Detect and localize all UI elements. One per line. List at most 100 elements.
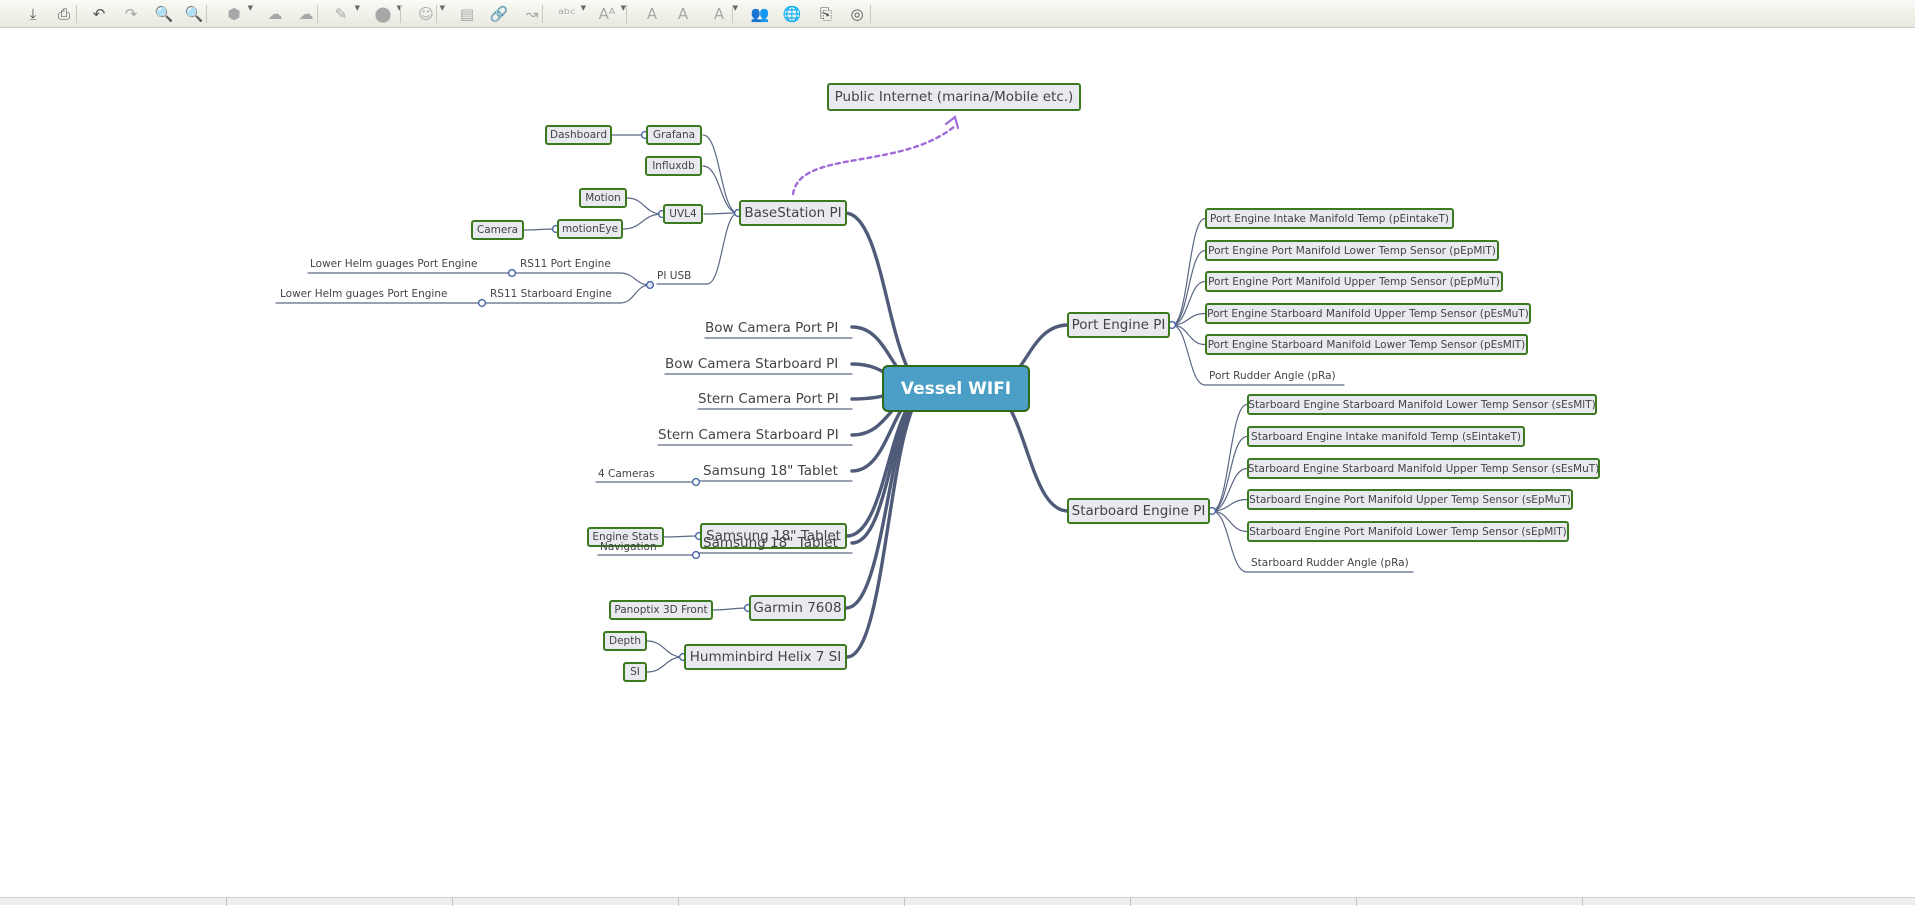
topic-stbd-sensor-2[interactable]: Starboard Engine Intake manifold Temp (s…	[1247, 426, 1525, 447]
publish-icon[interactable]: 🌐	[780, 2, 804, 26]
mindmap-canvas[interactable]: Vessel WIFI Public Internet (marina/Mobi…	[0, 29, 1915, 897]
font-size-icon[interactable]: Aᴬ ▼	[595, 2, 626, 26]
topic-stern-camera-starboard[interactable]: Stern Camera Starboard PI	[658, 425, 855, 445]
topic-navigation[interactable]: Navigation	[600, 538, 680, 556]
topic-influxdb[interactable]: Influxdb	[645, 156, 702, 176]
link-stbd-sensor-1	[1211, 403, 1248, 512]
chevron-down-icon[interactable]: ▼	[355, 5, 360, 12]
link-rs11-starboard	[619, 284, 651, 304]
topic-shape-icon[interactable]: ⬢ ▼	[222, 2, 253, 26]
link-stbd-sensor-5	[1211, 510, 1248, 533]
zoom-in-icon[interactable]: 🔍	[182, 2, 206, 26]
connector-tablet-1[interactable]	[691, 477, 701, 487]
link-rs11-port	[619, 272, 651, 286]
italic-icon[interactable]: A	[671, 2, 695, 26]
topic-port-sensor-2[interactable]: Port Engine Port Manifold Lower Temp Sen…	[1205, 240, 1499, 261]
link-uvl4	[703, 212, 739, 215]
topic-stbd-rudder[interactable]: Starboard Rudder Angle (pRa)	[1251, 554, 1416, 572]
connector-rs11-starboard[interactable]	[477, 298, 487, 308]
delete-topic-icon[interactable]: ☁	[294, 2, 318, 26]
topic-bow-camera-starboard[interactable]: Bow Camera Starboard PI	[665, 354, 855, 374]
topic-si[interactable]: SI	[623, 662, 647, 682]
link-port-sensor-1	[1171, 217, 1206, 326]
topic-rs11-starboard-engine[interactable]: RS11 Starboard Engine	[490, 285, 620, 303]
mindmap-connections	[275, 115, 1414, 673]
print-icon[interactable]: ⎙	[52, 2, 76, 26]
redo-icon[interactable]: ↷	[119, 2, 143, 26]
export-icon[interactable]: ⎘	[814, 2, 838, 26]
topic-pi-usb[interactable]: PI USB	[657, 267, 707, 285]
topic-stbd-sensor-4[interactable]: Starboard Engine Port Manifold Upper Tem…	[1247, 489, 1573, 510]
link-icon[interactable]: 🔗	[487, 2, 511, 26]
save-icon[interactable]: ⤓	[21, 2, 45, 26]
topic-camera[interactable]: Camera	[471, 220, 524, 240]
toolbar-separator	[400, 5, 401, 23]
font-color-icon[interactable]: A ▼	[707, 2, 738, 26]
trunk-link-8	[844, 387, 932, 610]
link-engine-stats	[663, 535, 700, 538]
topic-port-sensor-1[interactable]: Port Engine Intake Manifold Temp (pEinta…	[1205, 208, 1454, 229]
topic-dashboard[interactable]: Dashboard	[545, 125, 612, 145]
topic-port-engine-pi[interactable]: Port Engine PI	[1067, 312, 1170, 338]
undo-icon[interactable]: ↶	[87, 2, 111, 26]
topic-stbd-sensor-1[interactable]: Starboard Engine Starboard Manifold Lowe…	[1247, 394, 1597, 415]
topic-motion[interactable]: Motion	[579, 188, 627, 208]
history-icon[interactable]: ◎	[845, 2, 869, 26]
connector-pi-usb[interactable]	[645, 280, 655, 290]
topic-humminbird[interactable]: Humminbird Helix 7 SI	[684, 644, 847, 670]
bold-icon[interactable]: A	[640, 2, 664, 26]
topic-basestation-pi[interactable]: BaseStation PI	[739, 200, 847, 226]
toolbar-separator	[76, 5, 77, 23]
topic-stbd-sensor-3[interactable]: Starboard Engine Starboard Manifold Uppe…	[1247, 458, 1600, 479]
chevron-down-icon[interactable]: ▼	[248, 5, 253, 12]
topic-garmin-7608[interactable]: Garmin 7608	[749, 595, 846, 621]
link-stbd-rudder	[1211, 510, 1248, 573]
toolbar-separator	[436, 5, 437, 23]
border-color-icon[interactable]: ✎ ▼	[329, 2, 360, 26]
topic-port-sensor-3[interactable]: Port Engine Port Manifold Upper Temp Sen…	[1205, 271, 1503, 292]
chevron-down-icon[interactable]: ▼	[733, 5, 738, 12]
topic-rs11-port-engine[interactable]: RS11 Port Engine	[520, 255, 620, 273]
topic-panoptix[interactable]: Panoptix 3D Front	[609, 600, 713, 620]
topic-port-rudder[interactable]: Port Rudder Angle (pRa)	[1209, 367, 1369, 385]
topic-uvl4[interactable]: UVL4	[663, 204, 703, 224]
link-pi-usb	[706, 212, 739, 285]
topic-bow-camera-port[interactable]: Bow Camera Port PI	[705, 318, 855, 338]
icon-picker-icon[interactable]: ☺ ▼	[414, 2, 445, 26]
add-topic-icon[interactable]: ☁	[263, 2, 287, 26]
topic-tablet-3[interactable]: Samsung 18" Tablet	[703, 533, 853, 553]
zoom-out-icon[interactable]: 🔍	[152, 2, 176, 26]
topic-lower-helm-port-1[interactable]: Lower Helm guages Port Engine	[310, 255, 480, 273]
chevron-down-icon[interactable]: ▼	[581, 5, 586, 12]
fill-color-icon[interactable]: ⬤▼	[371, 2, 402, 26]
root-topic[interactable]: Vessel WIFI	[882, 365, 1030, 412]
topic-grafana[interactable]: Grafana	[646, 125, 702, 145]
link-motion	[626, 197, 663, 215]
toolbar-separator	[206, 5, 207, 23]
topic-depth[interactable]: Depth	[603, 631, 647, 651]
topic-public-internet[interactable]: Public Internet (marina/Mobile etc.)	[827, 83, 1081, 111]
chevron-down-icon[interactable]: ▼	[440, 5, 445, 12]
topic-port-sensor-5[interactable]: Port Engine Starboard Manifold Lower Tem…	[1205, 334, 1528, 355]
topic-lower-helm-port-2[interactable]: Lower Helm guages Port Engine	[280, 285, 450, 303]
link-camera	[523, 228, 557, 231]
toolbar-separator	[870, 5, 871, 23]
topic-tablet-1[interactable]: Samsung 18" Tablet	[703, 461, 853, 481]
topic-stern-camera-port[interactable]: Stern Camera Port PI	[698, 389, 855, 409]
toolbar: ⤓ ⎙ ↶ ↷ 🔍🔍 ⬢▼ ☁ ☁ ✎▼ ⬤▼ ☺▼ ▤ 🔗 ↝ ᵃᵇᶜ▼ Aᴬ▼ AA A▼ 👥 🌐 ⎘ ◎	[0, 0, 1915, 28]
topic-port-sensor-4[interactable]: Port Engine Starboard Manifold Upper Tem…	[1205, 303, 1531, 324]
topic-4-cameras[interactable]: 4 Cameras	[598, 465, 678, 483]
connector-rs11-port[interactable]	[507, 268, 517, 278]
font-family-icon[interactable]: ᵃᵇᶜ ▼	[555, 2, 586, 26]
topic-starboard-engine-pi[interactable]: Starboard Engine PI	[1067, 498, 1210, 524]
relationship-icon[interactable]: ↝	[520, 2, 544, 26]
status-bar	[0, 897, 1915, 906]
share-icon[interactable]: 👥	[748, 2, 772, 26]
topic-motioneye[interactable]: motionEye	[557, 219, 623, 239]
connector-tablet-3[interactable]	[691, 550, 701, 560]
link-panoptix	[712, 607, 749, 611]
topic-stbd-sensor-5[interactable]: Starboard Engine Port Manifold Lower Tem…	[1247, 521, 1569, 542]
toolbar-separator	[542, 5, 543, 23]
link-depth	[646, 640, 684, 658]
note-icon[interactable]: ▤	[455, 2, 479, 26]
